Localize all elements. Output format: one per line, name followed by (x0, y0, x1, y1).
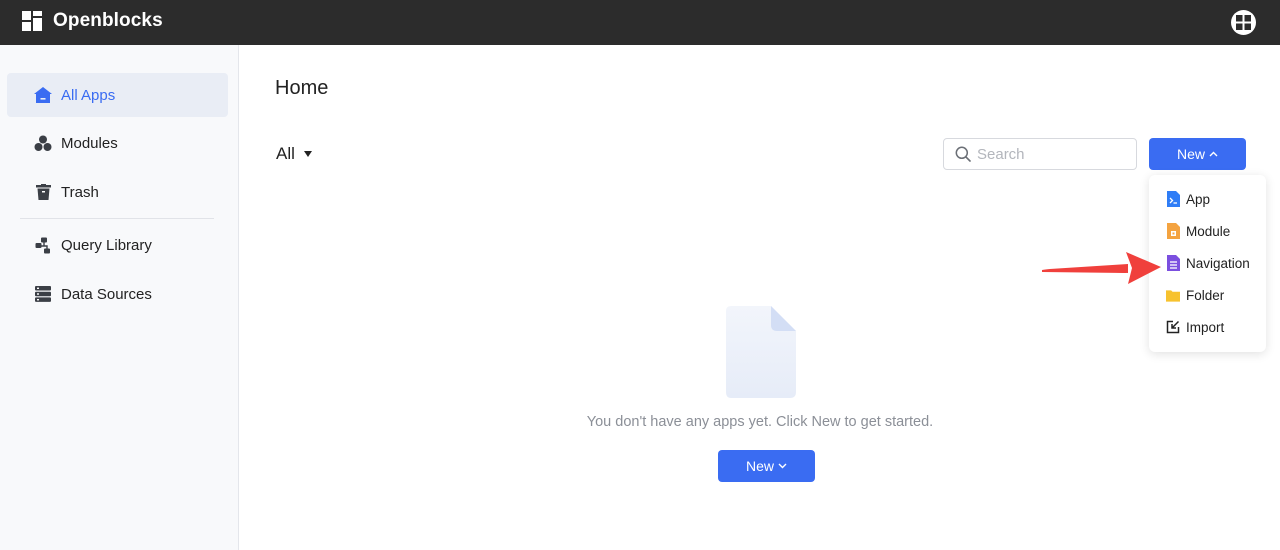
chevron-up-icon (1209, 151, 1218, 157)
page-title: Home (275, 77, 329, 99)
modules-icon (33, 133, 53, 153)
navigation-icon (1166, 255, 1180, 271)
caret-down-icon (303, 151, 312, 157)
query-library-icon (33, 235, 53, 255)
menu-item-label: Import (1186, 319, 1225, 335)
search-input[interactable] (977, 145, 1127, 163)
import-icon (1166, 319, 1180, 335)
app-icon (1166, 191, 1180, 207)
top-bar: Openblocks (0, 0, 1280, 45)
menu-item-import[interactable]: Import (1149, 312, 1266, 342)
sidebar: All Apps Modules Trash Query Library Dat… (0, 45, 239, 550)
search-icon (955, 146, 971, 162)
sidebar-item-all-apps[interactable]: All Apps (7, 73, 228, 117)
sidebar-divider (20, 218, 214, 219)
empty-state-message: You don't have any apps yet. Click New t… (586, 414, 934, 430)
sidebar-item-data-sources[interactable]: Data Sources (7, 272, 228, 316)
module-icon (1166, 223, 1180, 239)
new-button-label: New (745, 458, 774, 474)
new-menu: App Module Navigation Folder Import (1149, 175, 1266, 352)
sidebar-item-modules[interactable]: Modules (7, 121, 228, 165)
sidebar-item-label: Modules (61, 134, 118, 152)
app-name: Openblocks (53, 10, 163, 31)
sidebar-item-label: Trash (61, 183, 99, 201)
user-avatar-icon[interactable] (1230, 9, 1257, 36)
sidebar-item-trash[interactable]: Trash (7, 170, 228, 214)
sidebar-item-label: Query Library (61, 236, 152, 254)
filter-dropdown[interactable]: All (276, 144, 312, 164)
filter-label: All (276, 144, 295, 163)
menu-item-folder[interactable]: Folder (1149, 280, 1266, 310)
sidebar-item-label: All Apps (61, 86, 116, 104)
new-button-label: New (1176, 146, 1205, 162)
new-button[interactable]: New (1149, 138, 1246, 170)
menu-item-label: Folder (1186, 287, 1225, 303)
menu-item-label: Navigation (1186, 255, 1250, 271)
menu-item-navigation[interactable]: Navigation (1149, 248, 1266, 278)
empty-state-new-button[interactable]: New (718, 450, 815, 482)
menu-item-module[interactable]: Module (1149, 216, 1266, 246)
menu-item-label: Module (1186, 223, 1231, 239)
chevron-down-icon (778, 463, 787, 469)
sidebar-item-label: Data Sources (61, 285, 152, 303)
data-sources-icon (33, 284, 53, 304)
folder-icon (1166, 287, 1180, 303)
empty-document-icon (726, 306, 796, 398)
openblocks-logo-icon (22, 10, 42, 31)
annotation-arrow-icon (1042, 252, 1161, 284)
home-icon (33, 85, 53, 105)
sidebar-item-query-library[interactable]: Query Library (7, 223, 228, 267)
menu-item-label: App (1186, 191, 1211, 207)
menu-item-app[interactable]: App (1149, 184, 1266, 214)
logo[interactable]: Openblocks (22, 10, 163, 32)
trash-icon (33, 182, 53, 202)
search-box[interactable] (943, 138, 1137, 170)
